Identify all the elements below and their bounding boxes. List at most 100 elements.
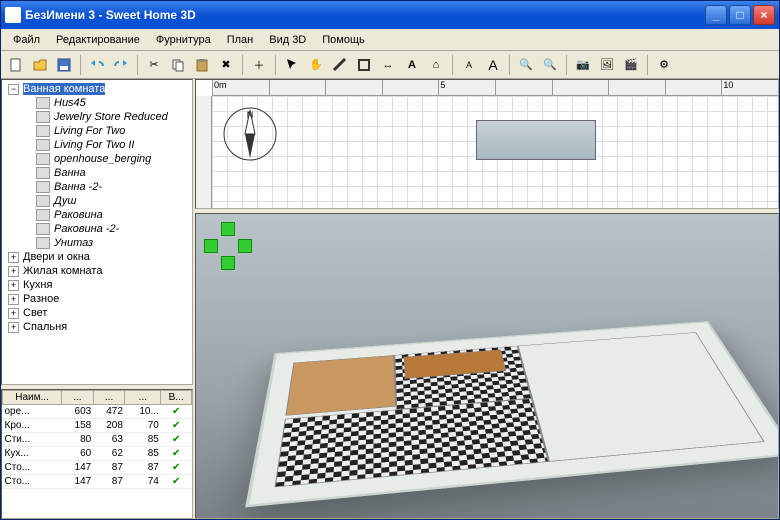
plan-view-2d[interactable]: 0m510 N bbox=[195, 79, 779, 209]
tree-item[interactable]: Унитаз bbox=[4, 236, 190, 250]
create-dimension-icon[interactable]: ↔ bbox=[377, 54, 399, 76]
zoom-in-icon[interactable]: 🔍 bbox=[515, 54, 537, 76]
menu-help[interactable]: Помощь bbox=[314, 32, 373, 48]
tree-item[interactable]: Living For Two II bbox=[4, 138, 190, 152]
visibility-checkbox[interactable]: ✔ bbox=[161, 475, 192, 489]
table-row[interactable]: Сто...1478774✔ bbox=[3, 475, 192, 489]
table-header[interactable]: ... bbox=[93, 391, 125, 405]
open-icon[interactable] bbox=[29, 54, 51, 76]
tree-item[interactable]: Раковина -2- bbox=[4, 222, 190, 236]
preferences-icon[interactable]: ⚙ bbox=[653, 54, 675, 76]
window-titlebar[interactable]: БезИмени 3 - Sweet Home 3D _ □ × bbox=[1, 1, 779, 29]
furniture-thumb-icon bbox=[36, 223, 50, 235]
save-icon[interactable] bbox=[53, 54, 75, 76]
tree-category[interactable]: +Жилая комната bbox=[4, 264, 190, 278]
create-text-icon[interactable]: A bbox=[401, 54, 423, 76]
table-header[interactable]: ... bbox=[62, 391, 94, 405]
view-3d[interactable] bbox=[195, 213, 779, 519]
furniture-thumb-icon bbox=[36, 195, 50, 207]
tree-category[interactable]: +Кухня bbox=[4, 278, 190, 292]
delete-icon[interactable]: ✖ bbox=[215, 54, 237, 76]
select-tool-icon[interactable] bbox=[281, 54, 303, 76]
text-large-icon[interactable]: A bbox=[482, 54, 504, 76]
table-row[interactable]: Кро...15820870✔ bbox=[3, 419, 192, 433]
redo-icon[interactable] bbox=[110, 54, 132, 76]
menu-plan[interactable]: План bbox=[219, 32, 262, 48]
furniture-thumb-icon bbox=[36, 97, 50, 109]
tree-category[interactable]: +Свет bbox=[4, 306, 190, 320]
furniture-thumb-icon bbox=[36, 237, 50, 249]
tree-item[interactable]: Jewelry Store Reduced bbox=[4, 110, 190, 124]
visibility-checkbox[interactable]: ✔ bbox=[161, 447, 192, 461]
new-icon[interactable] bbox=[5, 54, 27, 76]
table-header[interactable]: ... bbox=[125, 391, 161, 405]
expand-icon[interactable]: + bbox=[8, 266, 19, 277]
furniture-thumb-icon bbox=[36, 111, 50, 123]
ruler-horizontal: 0m510 bbox=[212, 80, 778, 96]
minimize-button[interactable]: _ bbox=[705, 5, 727, 25]
camera-icon[interactable]: 📷 bbox=[572, 54, 594, 76]
create-walls-icon[interactable] bbox=[329, 54, 351, 76]
pan-tool-icon[interactable]: ✋ bbox=[305, 54, 327, 76]
menu-file[interactable]: Файл bbox=[5, 32, 48, 48]
expand-icon[interactable]: + bbox=[8, 294, 19, 305]
nav-up-icon[interactable] bbox=[221, 222, 235, 236]
nav-right-icon[interactable] bbox=[238, 239, 252, 253]
svg-text:N: N bbox=[247, 110, 254, 120]
tree-item[interactable]: Душ bbox=[4, 194, 190, 208]
tree-item[interactable]: Ванна -2- bbox=[4, 180, 190, 194]
maximize-button[interactable]: □ bbox=[729, 5, 751, 25]
tree-category[interactable]: +Разное bbox=[4, 292, 190, 306]
collapse-icon[interactable]: − bbox=[8, 84, 19, 95]
copy-icon[interactable] bbox=[167, 54, 189, 76]
visibility-checkbox[interactable]: ✔ bbox=[161, 405, 192, 419]
tree-category[interactable]: +Спальня bbox=[4, 320, 190, 334]
tree-item[interactable]: Hus45 bbox=[4, 96, 190, 110]
plan-mini-model bbox=[476, 120, 596, 160]
add-furniture-icon[interactable]: ＋ bbox=[248, 54, 270, 76]
visibility-checkbox[interactable]: ✔ bbox=[161, 419, 192, 433]
window-title: БезИмени 3 - Sweet Home 3D bbox=[25, 8, 705, 22]
expand-icon[interactable]: + bbox=[8, 308, 19, 319]
cut-icon[interactable]: ✂ bbox=[143, 54, 165, 76]
paste-icon[interactable] bbox=[191, 54, 213, 76]
menu-3dview[interactable]: Вид 3D bbox=[261, 32, 314, 48]
tree-category[interactable]: +Двери и окна bbox=[4, 250, 190, 264]
furniture-thumb-icon bbox=[36, 153, 50, 165]
expand-icon[interactable]: + bbox=[8, 322, 19, 333]
expand-icon[interactable]: + bbox=[8, 252, 19, 263]
table-row[interactable]: Сто...1478787✔ bbox=[3, 461, 192, 475]
floor-3d-model bbox=[268, 254, 758, 508]
roof-icon[interactable]: ⌂ bbox=[425, 54, 447, 76]
table-row[interactable]: Кух...606285✔ bbox=[3, 447, 192, 461]
furniture-table[interactable]: Наим............В... opе...60347210...✔ … bbox=[1, 389, 193, 519]
close-button[interactable]: × bbox=[753, 5, 775, 25]
tree-item[interactable]: Ванна bbox=[4, 166, 190, 180]
table-header[interactable]: Наим... bbox=[3, 391, 62, 405]
app-icon bbox=[5, 7, 21, 23]
create-room-icon[interactable] bbox=[353, 54, 375, 76]
nav-left-icon[interactable] bbox=[204, 239, 218, 253]
ruler-vertical bbox=[196, 96, 212, 208]
zoom-out-icon[interactable]: 🔍 bbox=[539, 54, 561, 76]
photo-icon[interactable]: 🖼 bbox=[596, 54, 618, 76]
visibility-checkbox[interactable]: ✔ bbox=[161, 461, 192, 475]
undo-icon[interactable] bbox=[86, 54, 108, 76]
visibility-checkbox[interactable]: ✔ bbox=[161, 433, 192, 447]
text-small-icon[interactable]: A bbox=[458, 54, 480, 76]
nav-down-icon[interactable] bbox=[221, 256, 235, 270]
tree-item[interactable]: Living For Two bbox=[4, 124, 190, 138]
tree-category-bathroom[interactable]: − Ванная комната bbox=[4, 82, 190, 96]
video-icon[interactable]: 🎬 bbox=[620, 54, 642, 76]
furniture-catalog-tree[interactable]: − Ванная комната Hus45Jewelry Store Redu… bbox=[1, 79, 193, 385]
table-header[interactable]: В... bbox=[161, 391, 192, 405]
expand-icon[interactable]: + bbox=[8, 280, 19, 291]
table-row[interactable]: opе...60347210...✔ bbox=[3, 405, 192, 419]
tree-item[interactable]: Раковина bbox=[4, 208, 190, 222]
furniture-thumb-icon bbox=[36, 125, 50, 137]
table-row[interactable]: Сти...806385✔ bbox=[3, 433, 192, 447]
compass-icon[interactable]: N bbox=[220, 104, 280, 164]
menu-furniture[interactable]: Фурнитура bbox=[148, 32, 219, 48]
menu-edit[interactable]: Редактирование bbox=[48, 32, 148, 48]
tree-item[interactable]: openhouse_berging bbox=[4, 152, 190, 166]
